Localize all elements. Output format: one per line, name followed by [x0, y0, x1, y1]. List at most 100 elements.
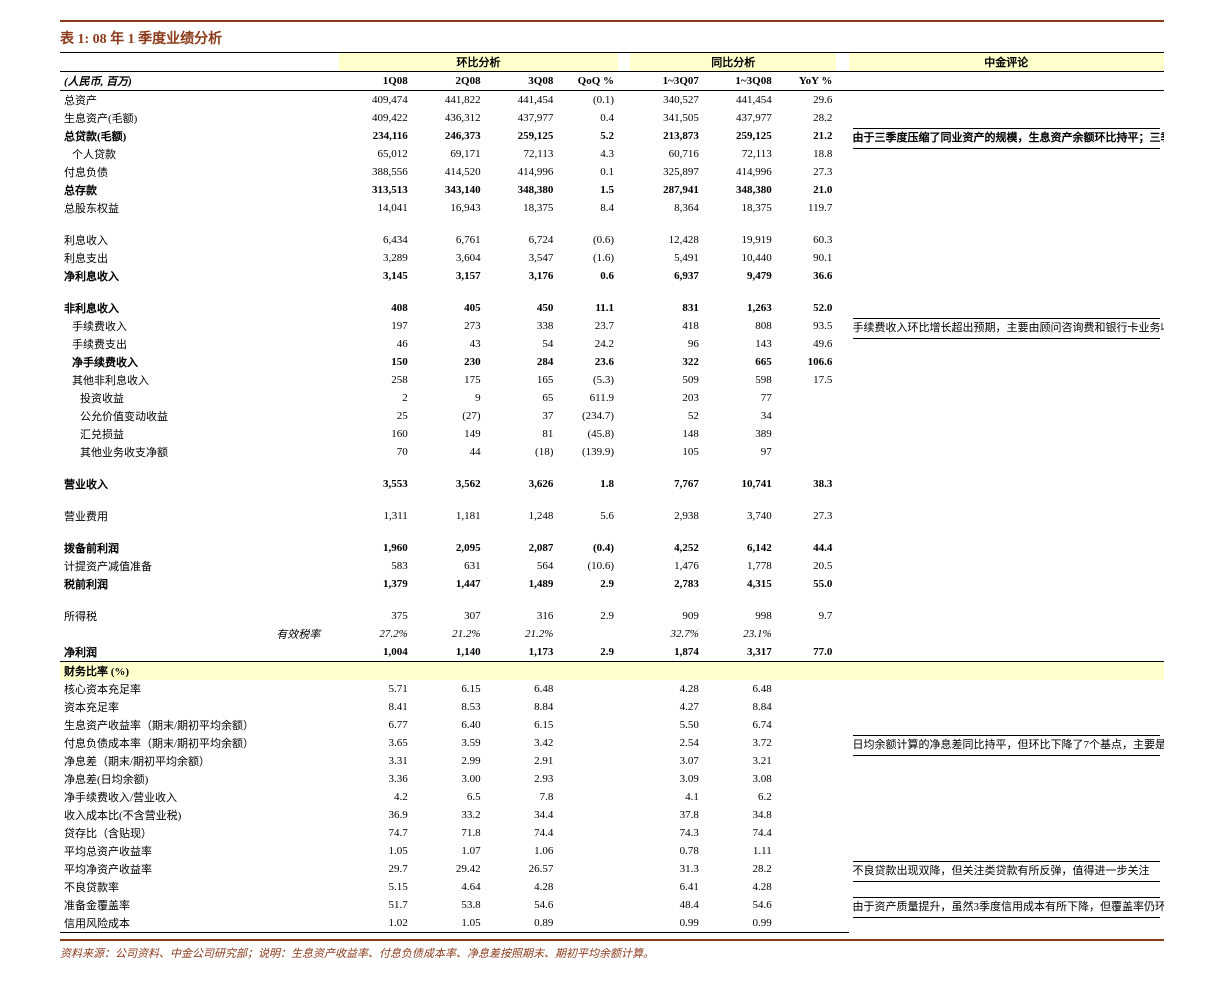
cell: 119.7: [776, 199, 837, 217]
cell: 49.6: [776, 335, 837, 353]
row-label: 利息收入: [60, 231, 272, 249]
cell: 3.31: [339, 752, 412, 770]
table-row: 其他业务收支净额7044(18)(139.9)10597: [60, 443, 1164, 461]
cell: 258: [339, 371, 412, 389]
table-row: [60, 461, 1164, 475]
row-sublabel: [272, 145, 339, 163]
row-label: 信用风险成本: [60, 914, 272, 933]
cell: 0.99: [630, 914, 703, 933]
cell: 1.05: [339, 842, 412, 860]
cell: [557, 770, 618, 788]
cell: 2,938: [630, 507, 703, 525]
cell: [557, 734, 618, 752]
cell: 8.53: [412, 698, 485, 716]
cell: 18,375: [485, 199, 558, 217]
row-sublabel: [272, 335, 339, 353]
cell: 0.78: [630, 842, 703, 860]
cell: 348,380: [485, 181, 558, 199]
cell: 316: [485, 607, 558, 625]
comment-cell: [849, 575, 1165, 593]
cell: 6,937: [630, 267, 703, 285]
cell: 273: [412, 317, 485, 335]
ratios-header-row: 财务比率 (%): [60, 662, 1164, 681]
comment-cell: [849, 389, 1165, 407]
cell: 1.02: [339, 914, 412, 933]
cell: 3,289: [339, 249, 412, 267]
col-yoy: YoY %: [776, 72, 837, 91]
cell: 2.93: [485, 770, 558, 788]
cell: [776, 407, 837, 425]
cell: 418: [630, 317, 703, 335]
cell: 55.0: [776, 575, 837, 593]
cell: 2,087: [485, 539, 558, 557]
cell: [776, 425, 837, 443]
cell: 287,941: [630, 181, 703, 199]
row-sublabel: [272, 752, 339, 770]
cell: 3,626: [485, 475, 558, 493]
row-label: 拨备前利润: [60, 539, 272, 557]
row-sublabel: [272, 91, 339, 110]
row-label: 其他业务收支净额: [60, 443, 272, 461]
cell: 23.7: [557, 317, 618, 335]
cell: 1.8: [557, 475, 618, 493]
comment-cell: [849, 249, 1165, 267]
cell: 34: [703, 407, 776, 425]
row-sublabel: [272, 607, 339, 625]
col-1-3q07: 1~3Q07: [630, 72, 703, 91]
col-2q08: 2Q08: [412, 72, 485, 91]
table-row: 付息负债成本率（期末/期初平均余额）3.653.593.422.543.72日均…: [60, 734, 1164, 752]
cell: 5.50: [630, 716, 703, 734]
cell: 831: [630, 299, 703, 317]
cell: 1,489: [485, 575, 558, 593]
cell: 259,125: [703, 127, 776, 145]
cell: 3.09: [630, 770, 703, 788]
cell: 409,422: [339, 109, 412, 127]
cell: 7,767: [630, 475, 703, 493]
cell: 54: [485, 335, 558, 353]
table-row: 净手续费收入/营业收入4.26.57.84.16.2: [60, 788, 1164, 806]
comment-cell: 由于资产质量提升，虽然3季度信用成本有所下降，但覆盖率仍环比提升了1个百分点。: [849, 896, 1165, 933]
comment-cell: [849, 698, 1165, 716]
comment-cell: [849, 842, 1165, 860]
cell: 3,553: [339, 475, 412, 493]
comment-cell: [849, 91, 1165, 110]
cell: 69,171: [412, 145, 485, 163]
cell: 1.05: [412, 914, 485, 933]
cell: 72,113: [485, 145, 558, 163]
table-row: 投资收益2965611.920377: [60, 389, 1164, 407]
cell: 388,556: [339, 163, 412, 181]
comment-cell: [849, 680, 1165, 698]
cell: 8.41: [339, 698, 412, 716]
cell: 3.65: [339, 734, 412, 752]
row-sublabel: [272, 181, 339, 199]
col-3q08: 3Q08: [485, 72, 558, 91]
cell: 1,173: [485, 643, 558, 662]
comment-cell: 由于三季度压缩了同业资产的规模，生息资产余额环比持平；三季度存款增长有所放缓。: [849, 127, 1165, 217]
row-label: 其他非利息收入: [60, 371, 272, 389]
row-label: 贷存比（含贴现）: [60, 824, 272, 842]
cell: 2,095: [412, 539, 485, 557]
header-group-row: 环比分析 同比分析 中金评论: [60, 53, 1164, 72]
table-row: 生息资产收益率（期末/期初平均余额）6.776.406.155.506.74: [60, 716, 1164, 734]
cell: [557, 824, 618, 842]
cell: 18,375: [703, 199, 776, 217]
financial-table: 环比分析 同比分析 中金评论 (人民币, 百万) 1Q08 2Q08 3Q08 …: [60, 52, 1164, 933]
cell: 74.4: [703, 824, 776, 842]
cell: 165: [485, 371, 558, 389]
row-sublabel: [272, 425, 339, 443]
cell: 97: [703, 443, 776, 461]
row-label: 所得税: [60, 607, 272, 625]
cell: 74.3: [630, 824, 703, 842]
cell: 48.4: [630, 896, 703, 914]
comment-cell: 日均余额计算的净息差同比持平，但环比下降了7个基点，主要是由于市场利率的下降和贷…: [849, 734, 1165, 788]
row-sublabel: [272, 896, 339, 914]
cell: 4.27: [630, 698, 703, 716]
cell: 3,157: [412, 267, 485, 285]
cell: 375: [339, 607, 412, 625]
cell: 1,447: [412, 575, 485, 593]
row-label: 净利息收入: [60, 267, 272, 285]
cell: 409,474: [339, 91, 412, 110]
row-sublabel: [272, 680, 339, 698]
table-row: 平均总资产收益率1.051.071.060.781.11: [60, 842, 1164, 860]
cell: 26.57: [485, 860, 558, 878]
